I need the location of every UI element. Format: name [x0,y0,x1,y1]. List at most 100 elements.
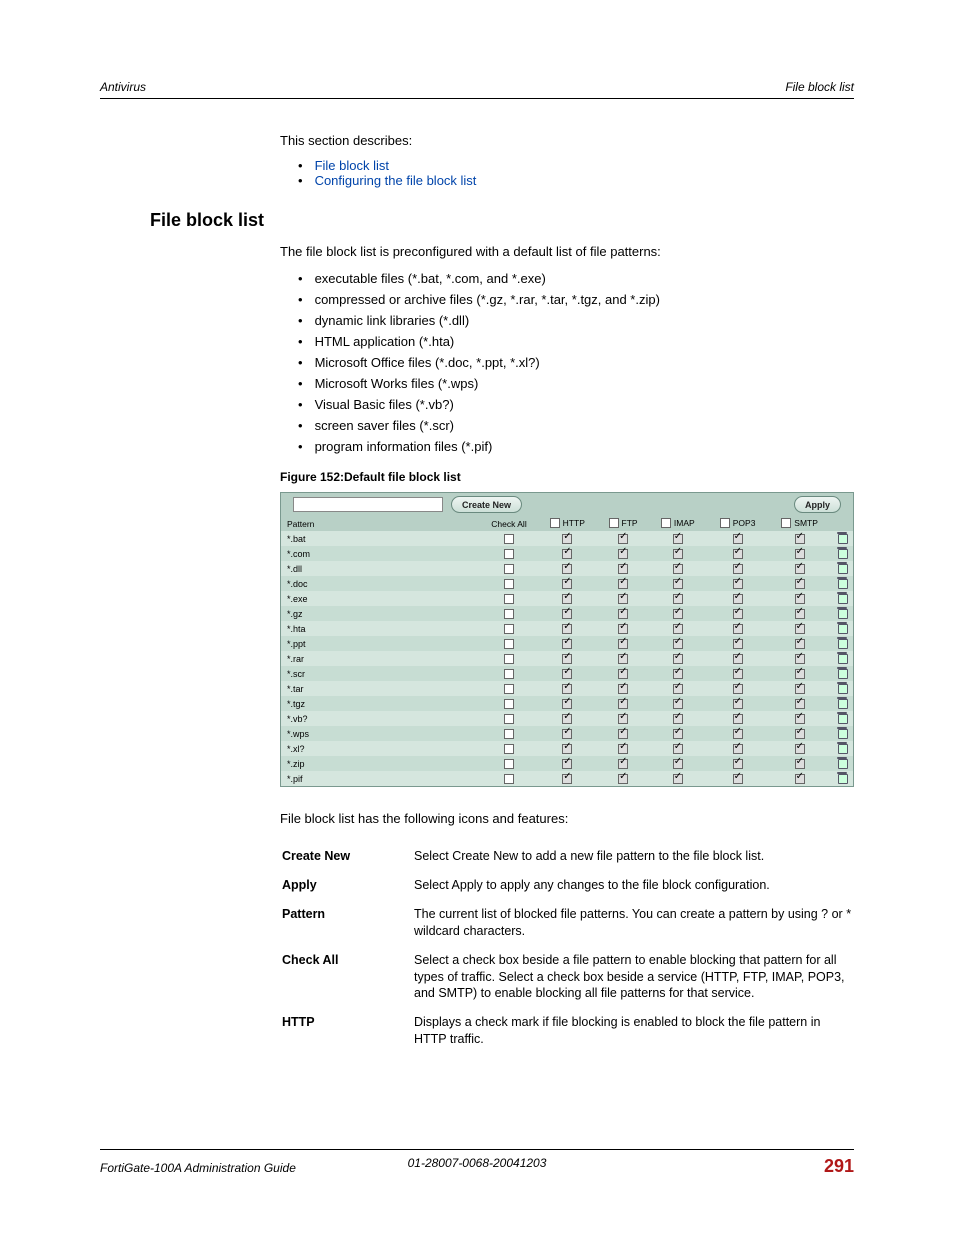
checkbox-service[interactable] [562,774,572,784]
checkbox-service[interactable] [618,639,628,649]
checkbox-service[interactable] [673,654,683,664]
checkbox-service[interactable] [673,759,683,769]
trash-icon[interactable] [837,592,848,603]
checkbox-checkall[interactable] [504,579,514,589]
checkbox-checkall[interactable] [504,744,514,754]
trash-icon[interactable] [837,712,848,723]
checkbox-service[interactable] [673,669,683,679]
checkbox-service[interactable] [795,579,805,589]
trash-icon[interactable] [837,727,848,738]
checkbox-service[interactable] [795,639,805,649]
checkbox-service[interactable] [618,624,628,634]
trash-icon[interactable] [837,667,848,678]
link-configuring[interactable]: Configuring the file block list [315,173,477,188]
checkbox-service[interactable] [733,744,743,754]
checkbox-service[interactable] [562,609,572,619]
trash-icon[interactable] [837,697,848,708]
checkbox-header-smtp[interactable] [781,518,791,528]
link-file-block-list[interactable]: File block list [315,158,389,173]
checkbox-service[interactable] [733,609,743,619]
checkbox-service[interactable] [618,579,628,589]
checkbox-service[interactable] [562,534,572,544]
checkbox-service[interactable] [618,774,628,784]
checkbox-service[interactable] [618,654,628,664]
checkbox-service[interactable] [795,744,805,754]
checkbox-service[interactable] [562,654,572,664]
checkbox-checkall[interactable] [504,594,514,604]
checkbox-service[interactable] [562,699,572,709]
checkbox-header-http[interactable] [550,518,560,528]
checkbox-checkall[interactable] [504,654,514,664]
checkbox-service[interactable] [673,699,683,709]
checkbox-service[interactable] [562,759,572,769]
pattern-input[interactable] [293,497,443,512]
trash-icon[interactable] [837,652,848,663]
checkbox-service[interactable] [795,624,805,634]
checkbox-service[interactable] [795,714,805,724]
checkbox-service[interactable] [733,654,743,664]
checkbox-service[interactable] [733,684,743,694]
trash-icon[interactable] [837,547,848,558]
checkbox-service[interactable] [795,669,805,679]
checkbox-service[interactable] [673,639,683,649]
checkbox-service[interactable] [562,744,572,754]
checkbox-service[interactable] [733,774,743,784]
checkbox-service[interactable] [795,699,805,709]
checkbox-service[interactable] [733,549,743,559]
checkbox-service[interactable] [673,714,683,724]
checkbox-service[interactable] [733,759,743,769]
checkbox-service[interactable] [733,714,743,724]
checkbox-checkall[interactable] [504,534,514,544]
checkbox-service[interactable] [562,669,572,679]
checkbox-service[interactable] [618,729,628,739]
apply-button[interactable]: Apply [794,496,841,513]
checkbox-service[interactable] [733,669,743,679]
checkbox-service[interactable] [673,564,683,574]
checkbox-header-ftp[interactable] [609,518,619,528]
trash-icon[interactable] [837,742,848,753]
checkbox-service[interactable] [733,699,743,709]
checkbox-service[interactable] [673,774,683,784]
checkbox-service[interactable] [795,684,805,694]
checkbox-service[interactable] [562,729,572,739]
checkbox-service[interactable] [562,549,572,559]
checkbox-service[interactable] [618,534,628,544]
create-new-button[interactable]: Create New [451,496,522,513]
checkbox-service[interactable] [795,609,805,619]
checkbox-service[interactable] [733,624,743,634]
checkbox-service[interactable] [673,729,683,739]
checkbox-service[interactable] [673,594,683,604]
checkbox-service[interactable] [562,624,572,634]
checkbox-service[interactable] [795,549,805,559]
checkbox-service[interactable] [618,759,628,769]
checkbox-service[interactable] [562,564,572,574]
checkbox-checkall[interactable] [504,699,514,709]
checkbox-service[interactable] [618,684,628,694]
checkbox-service[interactable] [733,534,743,544]
checkbox-service[interactable] [673,534,683,544]
checkbox-checkall[interactable] [504,549,514,559]
checkbox-service[interactable] [673,624,683,634]
trash-icon[interactable] [837,637,848,648]
checkbox-service[interactable] [618,699,628,709]
checkbox-service[interactable] [618,594,628,604]
checkbox-service[interactable] [795,594,805,604]
trash-icon[interactable] [837,682,848,693]
trash-icon[interactable] [837,772,848,783]
checkbox-service[interactable] [618,549,628,559]
checkbox-service[interactable] [733,564,743,574]
checkbox-service[interactable] [562,714,572,724]
checkbox-service[interactable] [795,654,805,664]
checkbox-service[interactable] [795,774,805,784]
checkbox-service[interactable] [795,729,805,739]
checkbox-service[interactable] [562,579,572,589]
checkbox-checkall[interactable] [504,564,514,574]
checkbox-service[interactable] [733,729,743,739]
checkbox-service[interactable] [673,744,683,754]
checkbox-service[interactable] [795,564,805,574]
checkbox-service[interactable] [618,714,628,724]
checkbox-checkall[interactable] [504,639,514,649]
checkbox-header-pop3[interactable] [720,518,730,528]
checkbox-checkall[interactable] [504,774,514,784]
checkbox-service[interactable] [673,549,683,559]
